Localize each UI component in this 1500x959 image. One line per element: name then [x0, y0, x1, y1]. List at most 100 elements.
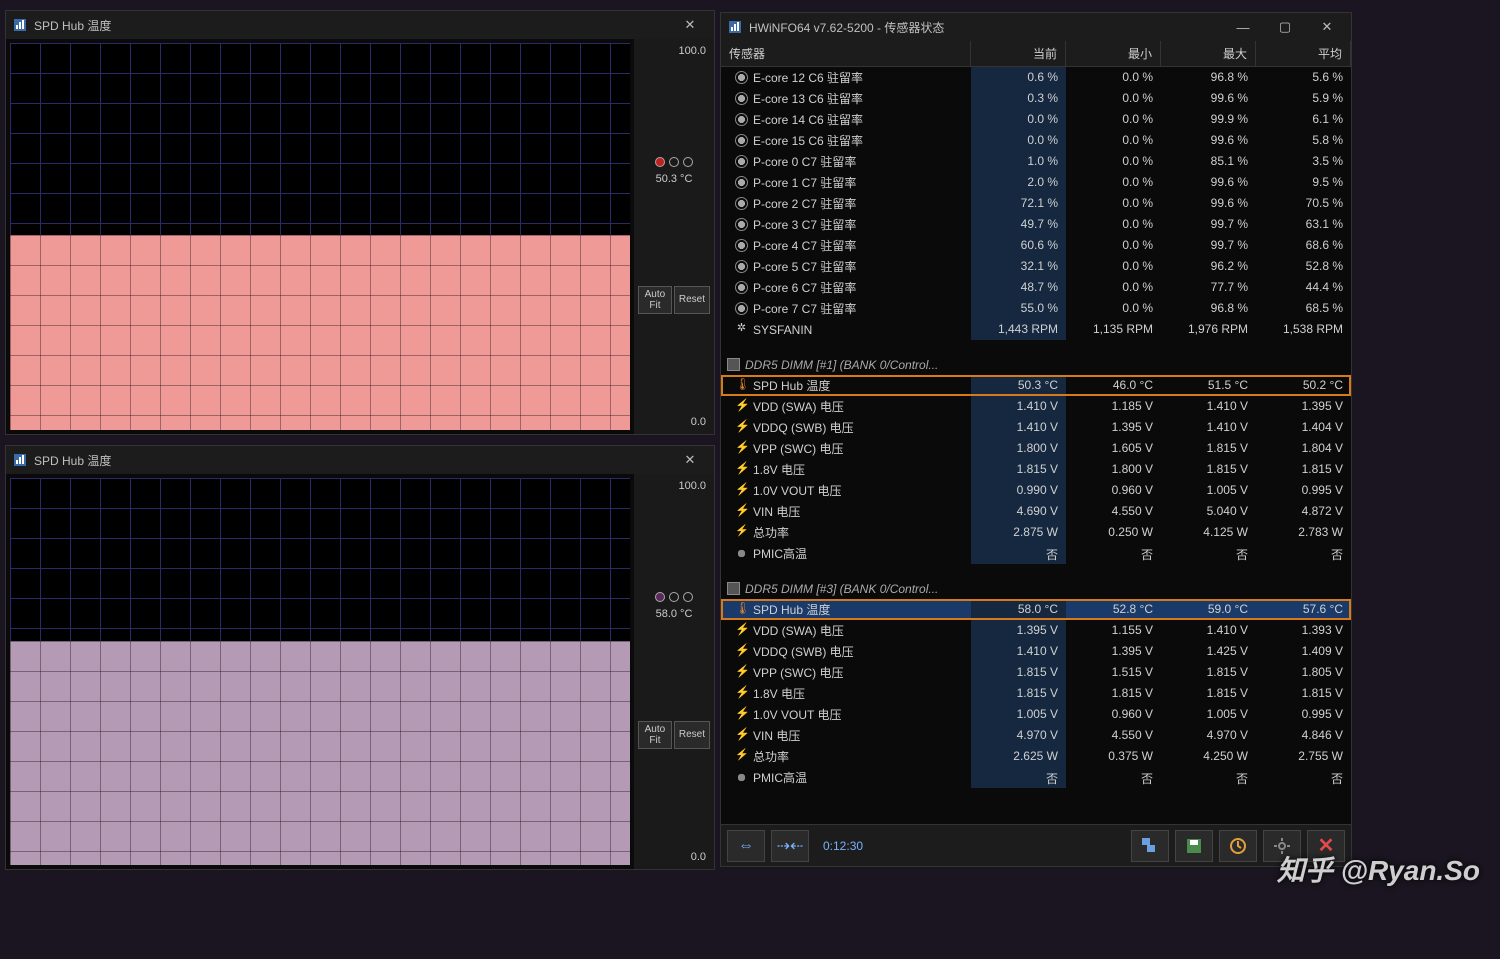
graph-area[interactable] — [10, 43, 630, 430]
sensor-name: E-core 14 C6 驻留率 — [753, 111, 863, 128]
maximize-button[interactable]: ▢ — [1267, 15, 1303, 39]
clock-icon — [735, 218, 748, 231]
sensor-row[interactable]: E-core 12 C6 驻留率0.6 %0.0 %96.8 %5.6 % — [721, 67, 1351, 88]
sensor-row[interactable]: ⚡1.0V VOUT 电压0.990 V0.960 V1.005 V0.995 … — [721, 480, 1351, 501]
cell-cur: 1.0 % — [971, 151, 1066, 172]
cell-avg: 5.8 % — [1256, 130, 1351, 151]
volt-icon: ⚡ — [735, 505, 748, 518]
cell-cur: 55.0 % — [971, 298, 1066, 319]
sensor-name: 1.8V 电压 — [753, 685, 805, 702]
minimize-button[interactable]: — — [1225, 15, 1261, 39]
cell-cur: 72.1 % — [971, 193, 1066, 214]
sensor-row[interactable]: PMIC高温否否否否 — [721, 543, 1351, 564]
sensor-row[interactable]: ⚡VPP (SWC) 电压1.800 V1.605 V1.815 V1.804 … — [721, 438, 1351, 459]
bool-icon — [735, 547, 748, 560]
sensor-row[interactable]: ⚡VDD (SWA) 电压1.410 V1.185 V1.410 V1.395 … — [721, 396, 1351, 417]
sensor-group[interactable]: DDR5 DIMM [#1] (BANK 0/Control... — [721, 354, 1351, 375]
sensor-row[interactable]: ⚡1.0V VOUT 电压1.005 V0.960 V1.005 V0.995 … — [721, 704, 1351, 725]
col-avg[interactable]: 平均 — [1256, 41, 1351, 66]
sensor-table-body[interactable]: E-core 12 C6 驻留率0.6 %0.0 %96.8 %5.6 %E-c… — [721, 67, 1351, 824]
titlebar[interactable]: SPD Hub 温度 ✕ — [6, 11, 714, 39]
sensor-row[interactable]: ⚡VIN 电压4.970 V4.550 V4.970 V4.846 V — [721, 725, 1351, 746]
sensor-row[interactable]: ⚡总功率2.625 W0.375 W4.250 W2.755 W — [721, 746, 1351, 767]
sensor-table-header: 传感器 当前 最小 最大 平均 — [721, 41, 1351, 67]
collapse-button[interactable]: ⇢⇠ — [771, 830, 809, 862]
sensor-row[interactable]: ⚡1.8V 电压1.815 V1.800 V1.815 V1.815 V — [721, 459, 1351, 480]
sensor-row[interactable]: ⚡VPP (SWC) 电压1.815 V1.515 V1.815 V1.805 … — [721, 662, 1351, 683]
volt-icon: ⚡ — [735, 484, 748, 497]
titlebar[interactable]: SPD Hub 温度 ✕ — [6, 446, 714, 474]
cell-max — [1161, 578, 1256, 599]
cell-cur: 0.990 V — [971, 480, 1066, 501]
col-sensor[interactable]: 传感器 — [721, 41, 971, 66]
sensor-row[interactable]: P-core 4 C7 驻留率60.6 %0.0 %99.7 %68.6 % — [721, 235, 1351, 256]
sensor-row[interactable]: P-core 1 C7 驻留率2.0 %0.0 %99.6 %9.5 % — [721, 172, 1351, 193]
volt-icon: ⚡ — [735, 400, 748, 413]
clock-button[interactable] — [1219, 830, 1257, 862]
sensor-group[interactable]: DDR5 DIMM [#3] (BANK 0/Control... — [721, 578, 1351, 599]
hwinfo-window: HWiNFO64 v7.62-5200 - 传感器状态 — ▢ ✕ 传感器 当前… — [720, 12, 1352, 867]
graph-area[interactable] — [10, 478, 630, 865]
sensor-row[interactable]: 🌡SPD Hub 温度58.0 °C52.8 °C59.0 °C57.6 °C — [721, 599, 1351, 620]
current-value: 50.3 °C — [638, 171, 710, 187]
series-indicator-icon — [683, 592, 693, 602]
cell-max: 1.815 V — [1161, 438, 1256, 459]
col-current[interactable]: 当前 — [971, 41, 1066, 66]
cell-min — [1066, 354, 1161, 375]
cell-avg: 否 — [1256, 543, 1351, 564]
sensor-row[interactable]: ⚡1.8V 电压1.815 V1.815 V1.815 V1.815 V — [721, 683, 1351, 704]
sensor-row[interactable]: 🌡SPD Hub 温度50.3 °C46.0 °C51.5 °C50.2 °C — [721, 375, 1351, 396]
reset-button[interactable]: Reset — [674, 721, 710, 749]
save-button[interactable] — [1175, 830, 1213, 862]
cell-max: 85.1 % — [1161, 151, 1256, 172]
cell-avg: 否 — [1256, 767, 1351, 788]
sensor-row[interactable]: P-core 2 C7 驻留率72.1 %0.0 %99.6 %70.5 % — [721, 193, 1351, 214]
sensor-row[interactable]: P-core 5 C7 驻留率32.1 %0.0 %96.2 %52.8 % — [721, 256, 1351, 277]
expand-button[interactable]: ⇔ — [727, 830, 765, 862]
close-tool-button[interactable]: ✕ — [1307, 830, 1345, 862]
titlebar[interactable]: HWiNFO64 v7.62-5200 - 传感器状态 — ▢ ✕ — [721, 13, 1351, 41]
cell-avg: 2.783 W — [1256, 522, 1351, 543]
sensor-row[interactable]: ⚡VIN 电压4.690 V4.550 V5.040 V4.872 V — [721, 501, 1351, 522]
cell-cur: 0.6 % — [971, 67, 1066, 88]
series-indicator-icon — [655, 592, 665, 602]
sensor-row[interactable]: E-core 15 C6 驻留率0.0 %0.0 %99.6 %5.8 % — [721, 130, 1351, 151]
sensor-row[interactable]: ⚡VDDQ (SWB) 电压1.410 V1.395 V1.410 V1.404… — [721, 417, 1351, 438]
sensor-row[interactable]: E-core 14 C6 驻留率0.0 %0.0 %99.9 %6.1 % — [721, 109, 1351, 130]
cell-min: 0.960 V — [1066, 704, 1161, 725]
reset-button[interactable]: Reset — [674, 286, 710, 314]
sensor-row[interactable]: P-core 6 C7 驻留率48.7 %0.0 %77.7 %44.4 % — [721, 277, 1351, 298]
cell-cur: 1.815 V — [971, 662, 1066, 683]
cell-avg: 0.995 V — [1256, 480, 1351, 501]
clock-icon — [735, 197, 748, 210]
autofit-button[interactable]: Auto Fit — [638, 286, 672, 314]
sensor-row[interactable]: ⚡VDD (SWA) 电压1.395 V1.155 V1.410 V1.393 … — [721, 620, 1351, 641]
cell-min: 1.800 V — [1066, 459, 1161, 480]
sensor-row[interactable]: PMIC高温否否否否 — [721, 767, 1351, 788]
layout-button[interactable] — [1131, 830, 1169, 862]
close-button[interactable]: ✕ — [672, 13, 708, 37]
settings-button[interactable] — [1263, 830, 1301, 862]
autofit-button[interactable]: Auto Fit — [638, 721, 672, 749]
cell-max: 99.6 % — [1161, 193, 1256, 214]
cell-cur: 60.6 % — [971, 235, 1066, 256]
sensor-name: 1.0V VOUT 电压 — [753, 482, 841, 499]
sensor-row[interactable]: E-core 13 C6 驻留率0.3 %0.0 %99.6 %5.9 % — [721, 88, 1351, 109]
sensor-row[interactable]: ✲SYSFANIN1,443 RPM1,135 RPM1,976 RPM1,53… — [721, 319, 1351, 340]
sensor-row[interactable]: P-core 3 C7 驻留率49.7 %0.0 %99.7 %63.1 % — [721, 214, 1351, 235]
sensor-row[interactable]: ⚡总功率2.875 W0.250 W4.125 W2.783 W — [721, 522, 1351, 543]
volt-icon: ⚡ — [735, 421, 748, 434]
close-button[interactable]: ✕ — [1309, 15, 1345, 39]
cell-avg — [1256, 578, 1351, 599]
sensor-row[interactable]: P-core 7 C7 驻留率55.0 %0.0 %96.8 %68.5 % — [721, 298, 1351, 319]
cell-cur: 1.410 V — [971, 417, 1066, 438]
sensor-row[interactable]: ⚡VDDQ (SWB) 电压1.410 V1.395 V1.425 V1.409… — [721, 641, 1351, 662]
timer: 0:12:30 — [815, 839, 871, 853]
sensor-name: 1.0V VOUT 电压 — [753, 706, 841, 723]
col-min[interactable]: 最小 — [1066, 41, 1161, 66]
col-max[interactable]: 最大 — [1161, 41, 1256, 66]
sensor-row[interactable]: P-core 0 C7 驻留率1.0 %0.0 %85.1 %3.5 % — [721, 151, 1351, 172]
cell-min: 1.815 V — [1066, 683, 1161, 704]
close-button[interactable]: ✕ — [672, 448, 708, 472]
cell-cur: 49.7 % — [971, 214, 1066, 235]
